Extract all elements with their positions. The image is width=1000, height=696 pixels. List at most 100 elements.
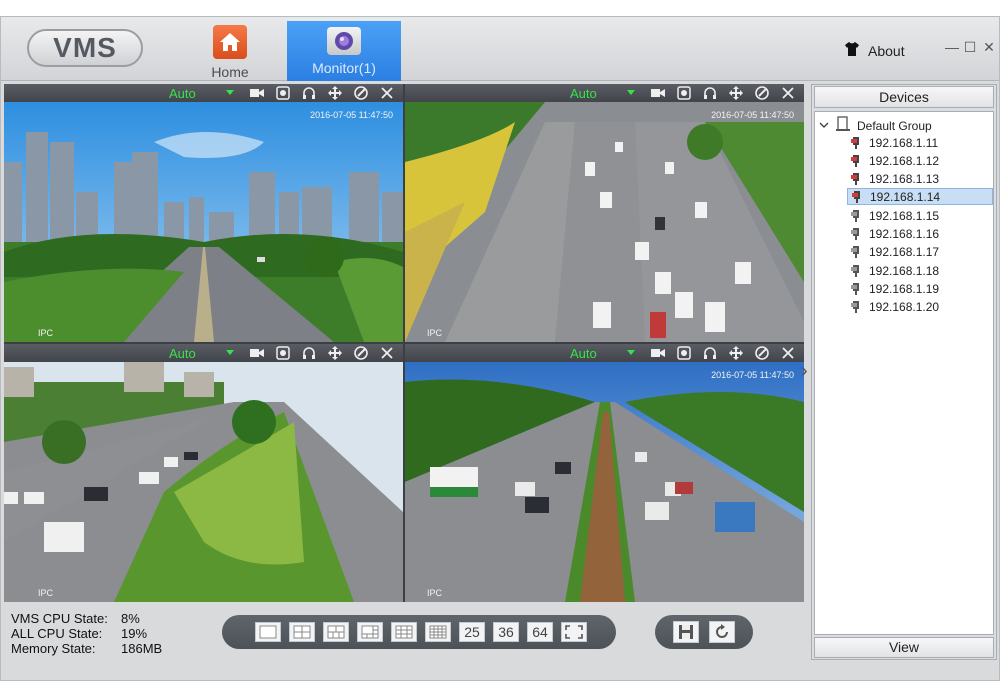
ptz-move-icon[interactable] bbox=[728, 85, 744, 101]
snapshot-icon[interactable] bbox=[275, 85, 291, 101]
home-icon bbox=[213, 25, 247, 59]
record-icon[interactable] bbox=[249, 85, 265, 101]
headphones-icon[interactable] bbox=[301, 345, 317, 361]
tab-monitor-label: Monitor(1) bbox=[312, 60, 376, 76]
device-label: 192.168.1.12 bbox=[869, 153, 940, 168]
video-feed-boulevard: IPC bbox=[4, 362, 403, 602]
device-item[interactable]: 192.168.1.16 bbox=[847, 225, 993, 242]
video-cell-2[interactable]: Auto 2016-07-05 11:47:50 IPC bbox=[405, 84, 804, 342]
header: VMS Home Monitor(1) About — ☐ ✕ bbox=[1, 17, 999, 81]
device-label: 192.168.1.16 bbox=[869, 226, 940, 241]
source-label: IPC bbox=[427, 588, 443, 598]
ptz-move-icon[interactable] bbox=[327, 85, 343, 101]
snapshot-icon[interactable] bbox=[676, 85, 692, 101]
tree-group-default[interactable]: Default Group bbox=[819, 116, 932, 135]
camera-icon bbox=[327, 27, 361, 55]
camera-icon bbox=[851, 154, 861, 167]
chevron-right-icon[interactable]: › bbox=[801, 360, 808, 383]
close-video-icon[interactable] bbox=[379, 85, 395, 101]
tab-monitor[interactable]: Monitor(1) bbox=[287, 21, 401, 81]
chevron-down-icon[interactable] bbox=[627, 90, 635, 95]
about-button[interactable]: About bbox=[844, 41, 905, 60]
device-item[interactable]: 192.168.1.13 bbox=[847, 170, 993, 187]
device-item[interactable]: 192.168.1.17 bbox=[847, 243, 993, 260]
layout-toolbar: 25 36 64 bbox=[222, 615, 616, 649]
device-item-selected[interactable]: 192.168.1.14 bbox=[847, 188, 993, 205]
camera-offline-icon bbox=[851, 245, 861, 258]
refresh-icon[interactable] bbox=[709, 621, 735, 643]
chevron-down-icon[interactable] bbox=[226, 90, 234, 95]
close-video-icon[interactable] bbox=[780, 345, 796, 361]
video-feed-avenue: 2016-07-05 11:47:50 IPC bbox=[405, 362, 804, 602]
chevron-down-icon[interactable] bbox=[226, 350, 234, 355]
headphones-icon[interactable] bbox=[702, 345, 718, 361]
layout-6-icon[interactable] bbox=[323, 622, 349, 642]
device-label: 192.168.1.20 bbox=[869, 299, 940, 314]
ptz-move-icon[interactable] bbox=[728, 345, 744, 361]
close-button[interactable]: ✕ bbox=[982, 39, 996, 56]
stream-select[interactable]: Auto bbox=[169, 346, 196, 361]
video-feed-skyline: 2016-07-05 11:47:50 IPC bbox=[4, 102, 403, 342]
all-cpu-value: 19% bbox=[121, 626, 148, 641]
status-panel: VMS CPU State: 8% ALL CPU State: 19% Memor… bbox=[11, 611, 162, 656]
video-cell-1[interactable]: Auto 2016-07-05 11:47:50 IPC bbox=[4, 84, 403, 342]
layout-1-icon[interactable] bbox=[255, 622, 281, 642]
device-item[interactable]: 192.168.1.12 bbox=[847, 152, 993, 169]
device-item[interactable]: 192.168.1.19 bbox=[847, 280, 993, 297]
devices-header: Devices bbox=[814, 86, 994, 108]
device-tree: Default Group 192.168.1.11 192.168.1.12 … bbox=[814, 111, 994, 635]
device-item[interactable]: 192.168.1.11 bbox=[847, 134, 993, 151]
save-icon[interactable] bbox=[673, 621, 699, 643]
record-icon[interactable] bbox=[650, 85, 666, 101]
source-label: IPC bbox=[38, 328, 54, 338]
devices-panel: Devices Default Group 192.168.1.11 192.1… bbox=[811, 84, 997, 660]
about-label: About bbox=[868, 42, 905, 59]
color-adjust-icon[interactable] bbox=[754, 85, 770, 101]
device-item[interactable]: 192.168.1.15 bbox=[847, 207, 993, 224]
restore-button[interactable]: ☐ bbox=[963, 39, 977, 56]
close-video-icon[interactable] bbox=[379, 345, 395, 361]
ptz-move-icon[interactable] bbox=[327, 345, 343, 361]
camera-icon bbox=[852, 190, 862, 203]
tab-home[interactable]: Home bbox=[197, 21, 263, 81]
layout-16-icon[interactable] bbox=[425, 622, 451, 642]
source-label: IPC bbox=[427, 328, 443, 338]
layout-4-icon[interactable] bbox=[289, 622, 315, 642]
headphones-icon[interactable] bbox=[301, 85, 317, 101]
view-button[interactable]: View bbox=[814, 637, 994, 658]
video-cell-3[interactable]: Auto IPC bbox=[4, 344, 403, 602]
color-adjust-icon[interactable] bbox=[754, 345, 770, 361]
video-cell-4[interactable]: Auto 2016-07-05 11:47:50 IPC bbox=[405, 344, 804, 602]
layout-8-icon[interactable] bbox=[357, 622, 383, 642]
camera-offline-icon bbox=[851, 264, 861, 277]
layout-36-button[interactable]: 36 bbox=[493, 622, 519, 642]
group-label: Default Group bbox=[857, 118, 932, 133]
layout-9-icon[interactable] bbox=[391, 622, 417, 642]
record-icon[interactable] bbox=[650, 345, 666, 361]
layout-25-button[interactable]: 25 bbox=[459, 622, 485, 642]
device-item[interactable]: 192.168.1.18 bbox=[847, 262, 993, 279]
vms-logo: VMS bbox=[27, 29, 143, 67]
color-adjust-icon[interactable] bbox=[353, 85, 369, 101]
minimize-button[interactable]: — bbox=[945, 39, 959, 55]
stream-select[interactable]: Auto bbox=[570, 86, 597, 101]
cell-toolbar: Auto bbox=[405, 344, 804, 362]
vms-window: VMS Home Monitor(1) About — ☐ ✕ Auto 201… bbox=[0, 16, 1000, 681]
memory-label: Memory State: bbox=[11, 641, 96, 656]
chevron-down-icon[interactable] bbox=[627, 350, 635, 355]
device-item[interactable]: 192.168.1.20 bbox=[847, 298, 993, 315]
layout-64-button[interactable]: 64 bbox=[527, 622, 553, 642]
snapshot-icon[interactable] bbox=[275, 345, 291, 361]
fullscreen-icon[interactable] bbox=[561, 622, 587, 642]
timestamp: 2016-07-05 11:47:50 bbox=[711, 110, 794, 120]
stream-select[interactable]: Auto bbox=[169, 86, 196, 101]
close-video-icon[interactable] bbox=[780, 85, 796, 101]
headphones-icon[interactable] bbox=[702, 85, 718, 101]
device-label: 192.168.1.18 bbox=[869, 263, 940, 278]
group-icon bbox=[835, 116, 851, 135]
snapshot-icon[interactable] bbox=[676, 345, 692, 361]
color-adjust-icon[interactable] bbox=[353, 345, 369, 361]
stream-select[interactable]: Auto bbox=[570, 346, 597, 361]
chevron-down-icon[interactable] bbox=[819, 119, 829, 133]
record-icon[interactable] bbox=[249, 345, 265, 361]
